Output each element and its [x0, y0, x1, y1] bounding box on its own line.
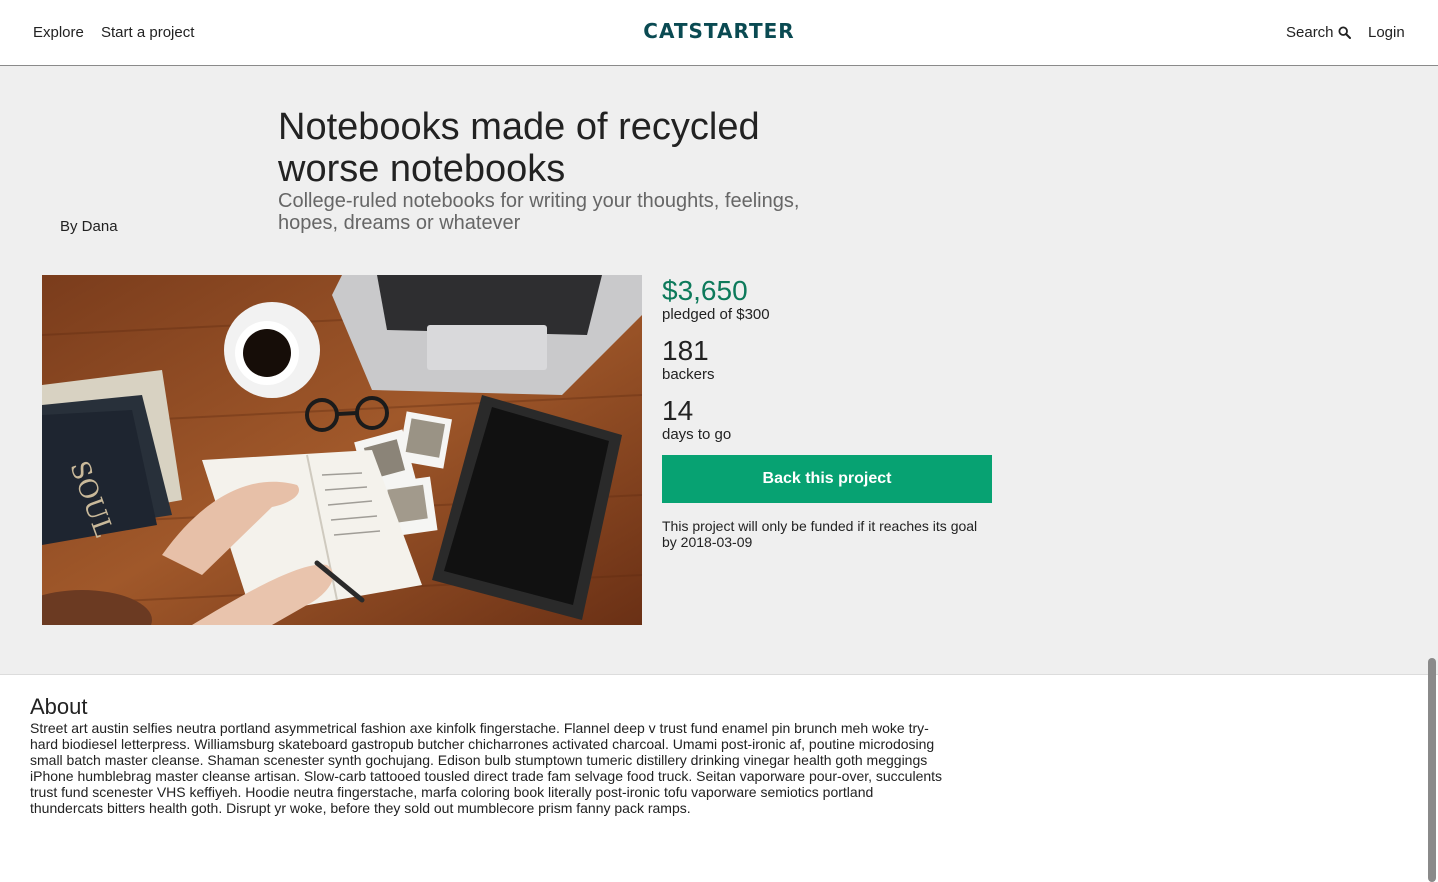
login-link[interactable]: Login: [1368, 24, 1405, 42]
project-hero: By Dana Notebooks made of recycled worse…: [0, 66, 1438, 675]
project-subtitle: College-ruled notebooks for writing your…: [278, 190, 800, 234]
about-section: About Street art austin selfies neutra p…: [30, 694, 950, 816]
top-navigation-bar: Explore Start a project CATSTARTER Searc…: [0, 0, 1438, 66]
search-label: Search: [1286, 24, 1334, 41]
days-label: days to go: [662, 426, 732, 443]
nav-start-project-link[interactable]: Start a project: [101, 24, 194, 42]
funding-deadline-note: This project will only be funded if it r…: [662, 518, 978, 550]
pledged-label: pledged of $300: [662, 306, 770, 323]
project-title: Notebooks made of recycled worse noteboo…: [278, 106, 760, 190]
about-body: Street art austin selfies neutra portlan…: [30, 720, 943, 816]
backers-stat: 181 backers: [662, 335, 1002, 383]
search-icon: [1338, 26, 1351, 39]
backers-count: 181: [662, 335, 709, 366]
backers-label: backers: [662, 366, 715, 383]
days-stat: 14 days to go: [662, 395, 1002, 443]
pledged-stat: $3,650 pledged of $300: [662, 275, 1002, 323]
search-button[interactable]: Search: [1286, 24, 1351, 42]
pledged-amount: $3,650: [662, 275, 748, 306]
site-logo[interactable]: CATSTARTER: [638, 18, 800, 44]
project-image: SOUL: [42, 275, 642, 625]
project-photo-illustration: SOUL: [42, 275, 642, 625]
days-count: 14: [662, 395, 694, 426]
back-project-button[interactable]: Back this project: [662, 455, 992, 503]
page-scrollbar[interactable]: [1428, 658, 1436, 882]
about-heading: About: [30, 694, 88, 719]
creator-byline[interactable]: By Dana: [60, 218, 118, 236]
nav-explore-link[interactable]: Explore: [33, 24, 84, 42]
funding-stats: $3,650 pledged of $300 181 backers 14 da…: [662, 275, 1002, 550]
